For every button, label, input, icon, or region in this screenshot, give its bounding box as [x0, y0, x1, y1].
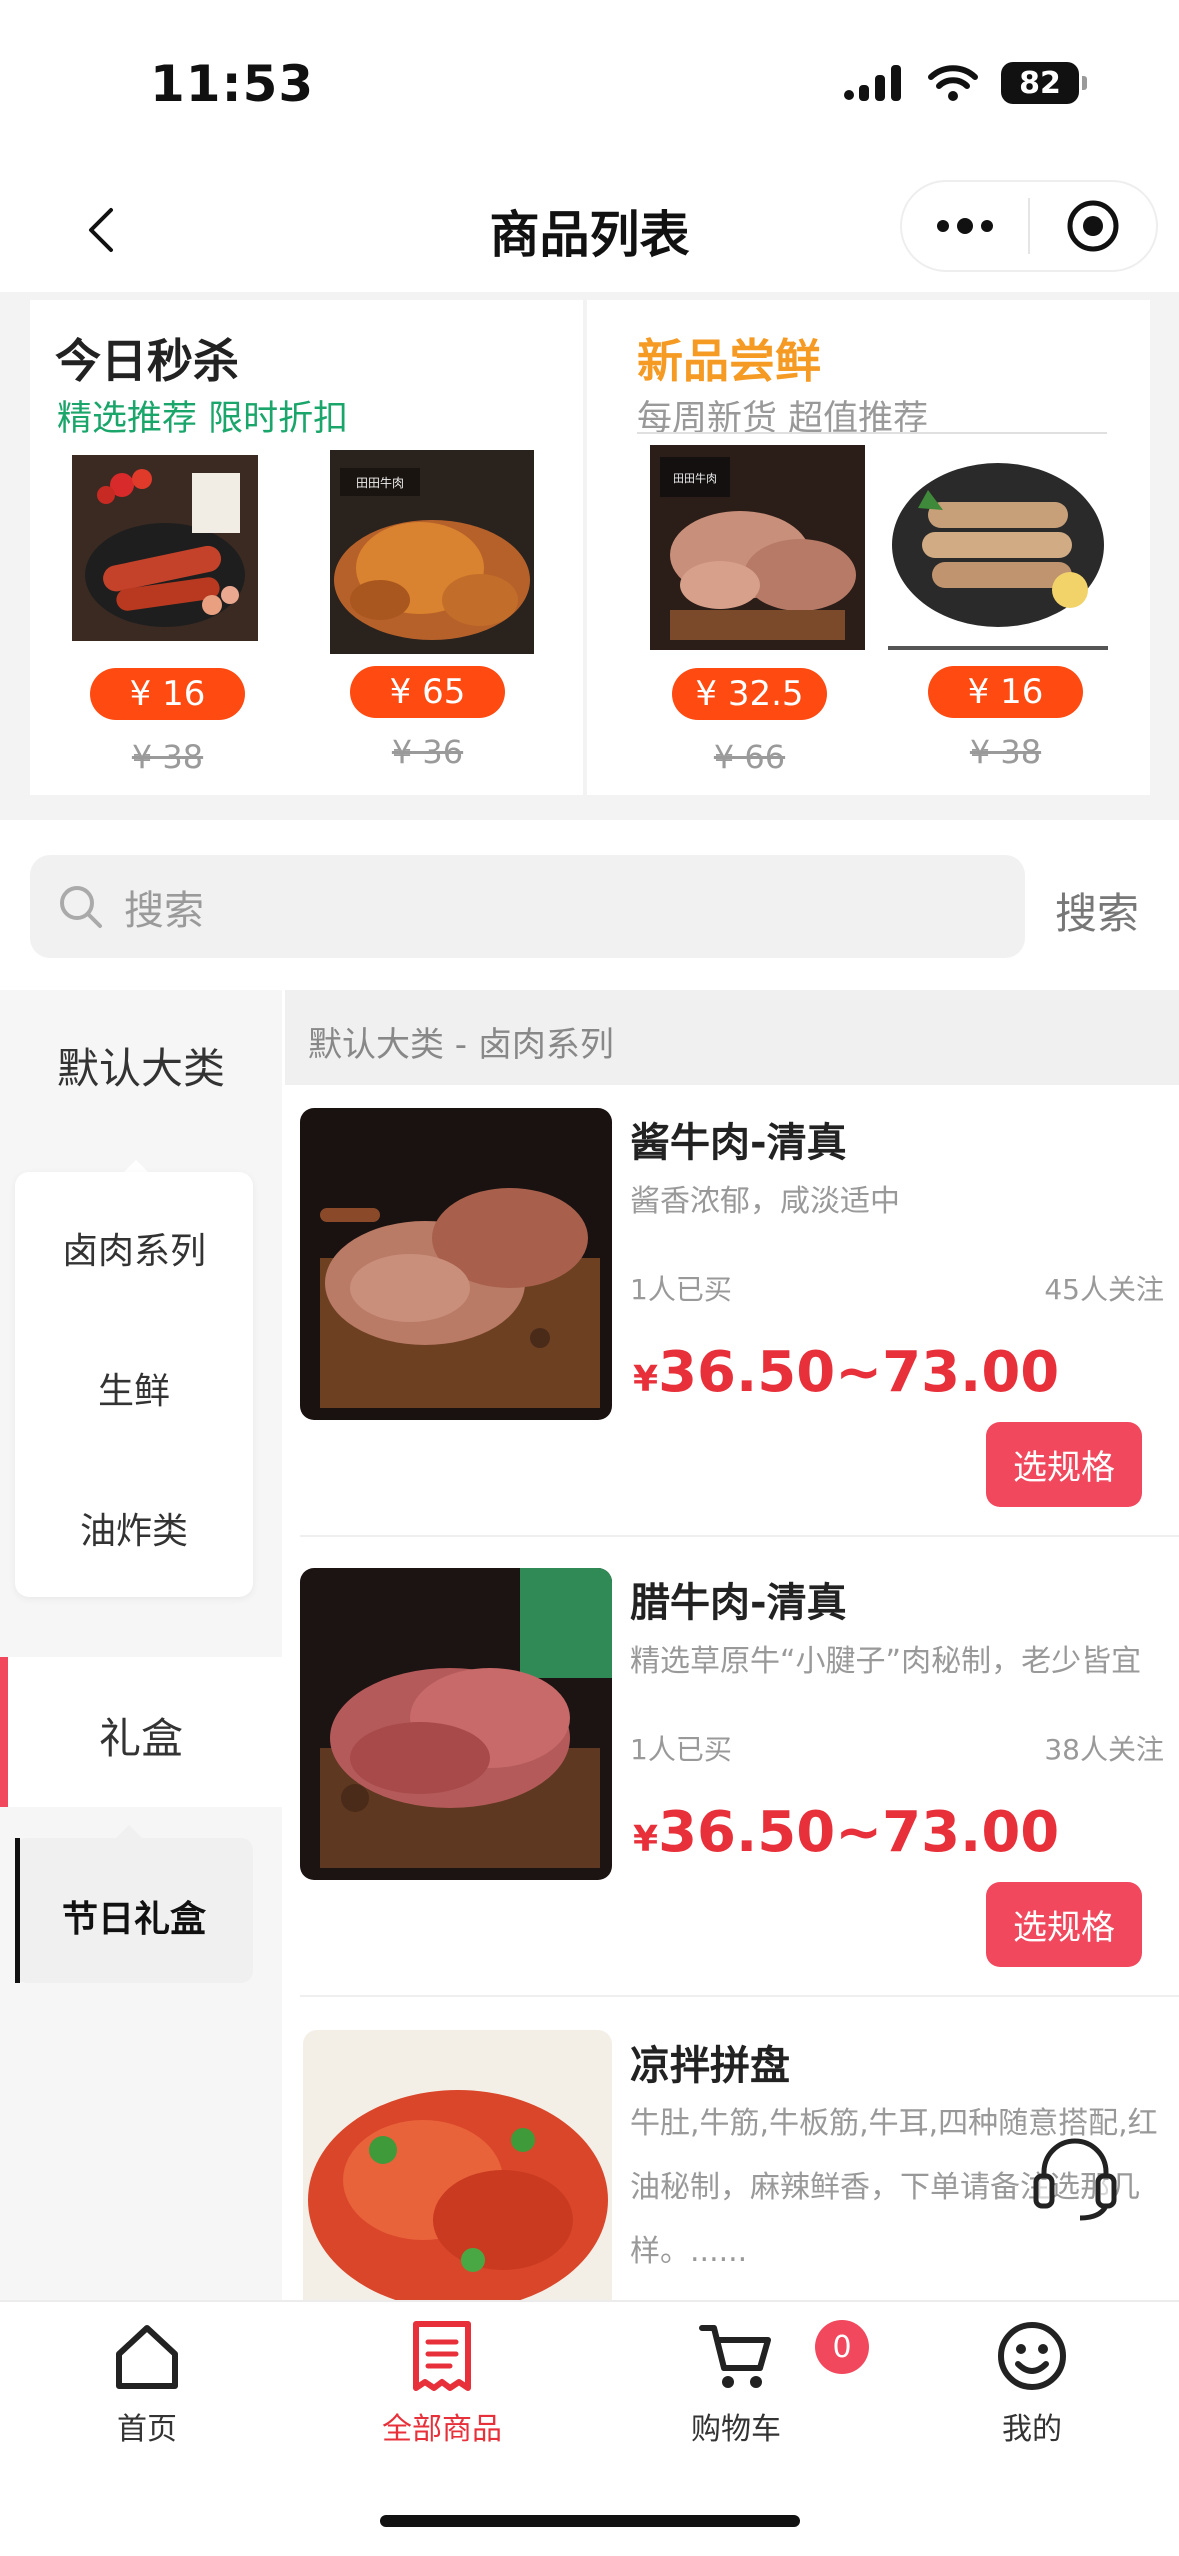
flash-item-price: ¥ 16	[90, 668, 245, 720]
product-follow-count: 38人关注	[1044, 1733, 1164, 1766]
tab-cart[interactable]: 购物车	[636, 2320, 836, 2448]
search-icon	[60, 885, 102, 928]
product-sold-count: 1人已买	[630, 1273, 732, 1306]
new-item-old-price: ¥ 66	[713, 738, 786, 776]
breadcrumb: 默认大类 - 卤肉系列	[308, 1025, 614, 1065]
search-input[interactable]: 搜索	[30, 855, 1025, 958]
customer-service-button[interactable]	[1030, 2128, 1120, 2224]
tab-profile[interactable]: 我的	[932, 2320, 1132, 2448]
svg-text:田田牛肉: 田田牛肉	[673, 471, 717, 485]
select-spec-button[interactable]: 选规格	[986, 1422, 1142, 1507]
back-button[interactable]	[70, 195, 130, 265]
product-image-beef[interactable]	[300, 1108, 612, 1420]
status-time: 11:53	[150, 55, 315, 113]
home-icon	[116, 2325, 178, 2389]
new-item-price: ¥ 16	[928, 666, 1083, 718]
subpanel-arrow	[115, 1825, 143, 1839]
new-item-price: ¥ 32.5	[672, 668, 827, 720]
product-thumb-sausage[interactable]	[72, 455, 258, 641]
receipt-icon	[413, 2321, 471, 2391]
select-spec-button[interactable]: 选规格	[986, 1882, 1142, 1967]
product-image-cold-platter[interactable]	[303, 2030, 612, 2300]
mini-program-capsule	[900, 180, 1158, 272]
product-thumb-sausages[interactable]	[888, 450, 1108, 650]
tab-home[interactable]: 首页	[47, 2320, 247, 2448]
chevron-left-icon	[89, 208, 113, 252]
product-price-range: 36.50~73.00	[658, 1340, 1060, 1405]
subcategory-item-fried[interactable]: 油炸类	[15, 1502, 253, 1554]
wifi-icon	[928, 65, 978, 101]
status-icons: 82	[843, 62, 1087, 104]
battery-level: 82	[1019, 65, 1061, 101]
subcategory-item-fresh[interactable]: 生鲜	[15, 1362, 253, 1414]
target-icon	[1067, 200, 1119, 252]
product-description: 酱香浓郁，咸淡适中	[630, 1184, 900, 1219]
new-item-old-price: ¥ 38	[969, 733, 1042, 771]
cart-icon	[699, 2325, 771, 2388]
sidebar-item-default[interactable]: 默认大类	[0, 1035, 282, 1096]
currency-symbol: ¥	[633, 1819, 659, 1860]
search-placeholder: 搜索	[124, 887, 204, 934]
cart-count-badge: 0	[815, 2320, 869, 2374]
new-arrivals-underline	[637, 432, 1107, 434]
svg-text:田田牛肉: 田田牛肉	[356, 475, 404, 490]
currency-symbol: ¥	[633, 1359, 659, 1400]
flash-item-old-price: ¥ 38	[131, 738, 204, 776]
signal-icon	[844, 65, 901, 101]
product-divider	[300, 1535, 1179, 1537]
tab-label: 我的	[1002, 2412, 1062, 2447]
product-price-range: 36.50~73.00	[658, 1800, 1060, 1865]
product-price: ¥36.50~73.00	[633, 1800, 1059, 1865]
sidebar-item-giftbox[interactable]: 礼盒	[0, 1705, 282, 1766]
product-sold-count: 1人已买	[630, 1733, 732, 1766]
close-miniprogram-button[interactable]	[1030, 182, 1156, 270]
more-button[interactable]	[902, 182, 1028, 270]
subcategory-panel: 卤肉系列 生鲜 油炸类	[15, 1172, 253, 1597]
product-price: ¥36.50~73.00	[633, 1340, 1059, 1405]
smiley-icon	[998, 2322, 1066, 2390]
tab-label: 购物车	[691, 2412, 781, 2447]
tab-all-products[interactable]: 全部商品	[342, 2320, 542, 2448]
home-indicator	[380, 2515, 800, 2527]
new-arrivals-title: 新品尝鲜	[637, 334, 821, 388]
product-description: 精选草原牛“小腱子”肉秘制，老少皆宜	[630, 1644, 1142, 1679]
product-name[interactable]: 酱牛肉-清真	[630, 1110, 847, 1168]
headset-icon	[1033, 2138, 1117, 2221]
product-name[interactable]: 凉拌拼盘	[630, 2033, 790, 2091]
product-name[interactable]: 腊牛肉-清真	[630, 1570, 847, 1628]
tab-label: 首页	[117, 2412, 177, 2447]
product-image-cured-beef[interactable]	[300, 1568, 612, 1880]
product-divider	[300, 1995, 1179, 1997]
flash-item-old-price: ¥ 36	[391, 733, 464, 771]
more-dots-icon	[937, 218, 993, 234]
subcategory-item-festival-gift[interactable]: 节日礼盒	[15, 1890, 253, 1942]
product-thumb-chicken[interactable]: 田田牛肉	[330, 450, 534, 654]
product-thumb-trotters[interactable]: 田田牛肉	[650, 445, 865, 650]
flash-sale-subtitle: 精选推荐 限时折扣	[57, 399, 349, 439]
subcategory-item-braised[interactable]: 卤肉系列	[15, 1222, 253, 1274]
search-button[interactable]: 搜索	[1055, 880, 1139, 941]
flash-item-price: ¥ 65	[350, 666, 505, 718]
battery-indicator: 82	[1001, 62, 1087, 104]
tab-label: 全部商品	[382, 2412, 502, 2447]
product-follow-count: 45人关注	[1044, 1273, 1164, 1306]
flash-sale-title: 今日秒杀	[55, 334, 239, 388]
